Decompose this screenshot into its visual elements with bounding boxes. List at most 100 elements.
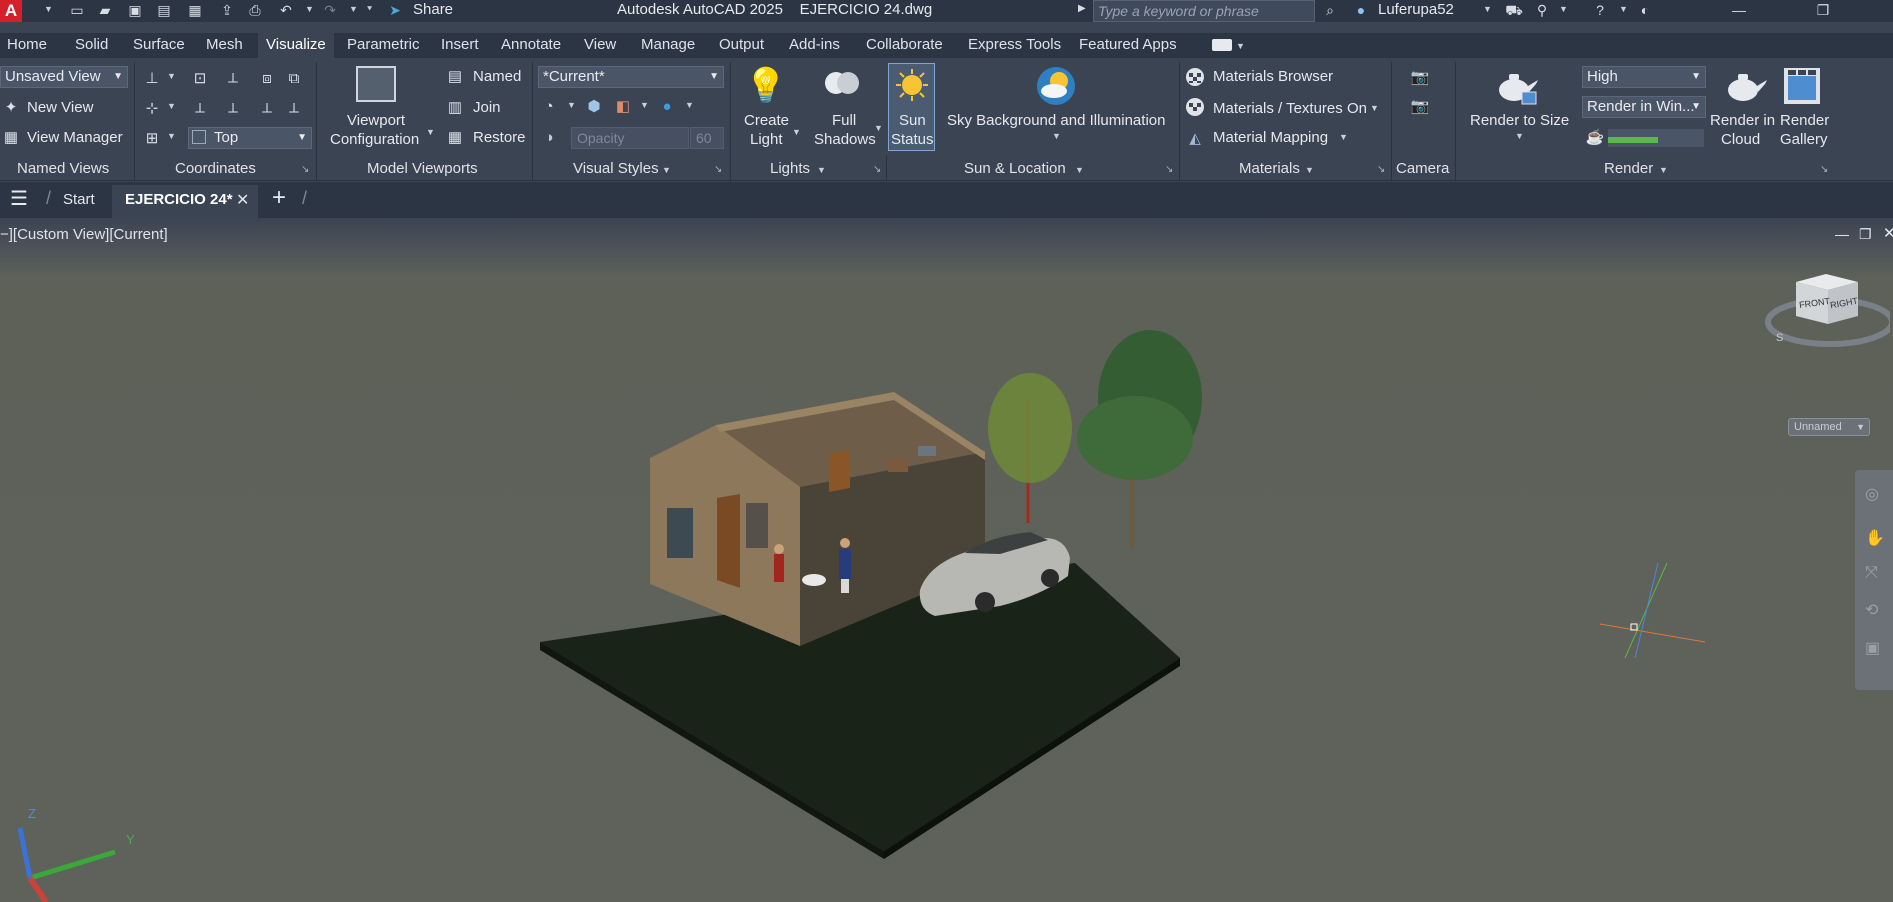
create-light-icon[interactable]: 💡 — [745, 66, 787, 106]
xray-icon[interactable]: ◑ — [539, 128, 559, 146]
undo-caret-icon[interactable]: ▼ — [305, 4, 314, 14]
new-tab-plus-icon[interactable]: + — [272, 184, 286, 212]
full-shadows-label-2[interactable]: Shadows — [814, 131, 876, 148]
tab-manage[interactable]: Manage — [641, 36, 695, 53]
render-caret-icon[interactable]: ▼ — [1659, 165, 1668, 175]
new-view-icon[interactable]: ✦ — [2, 98, 20, 116]
viewport-config-caret-icon[interactable]: ▼ — [426, 127, 435, 137]
shadow-display-icon[interactable]: ⬢ — [583, 96, 605, 116]
tab-home[interactable]: Home — [7, 36, 47, 53]
camera-icon[interactable]: 📷 — [1410, 97, 1430, 115]
ucs-zaxis-icon[interactable]: ⟂ — [283, 98, 305, 118]
coordinates-launcher-icon[interactable]: ↘ — [301, 164, 309, 175]
orbit-icon[interactable]: ⟲ — [1865, 600, 1878, 620]
viewcube[interactable]: FRONT RIGHT S — [1760, 272, 1893, 352]
full-shadows-icon[interactable] — [821, 68, 863, 98]
material-display-caret-icon[interactable]: ▼ — [685, 100, 694, 110]
open-from-web-icon[interactable]: ▦ — [186, 2, 204, 18]
help-caret-icon[interactable]: ▼ — [1619, 4, 1628, 14]
render-gallery-label-2[interactable]: Gallery — [1780, 131, 1828, 148]
steering-wheel-icon[interactable]: ◎ — [1865, 484, 1879, 504]
render-gallery-label-1[interactable]: Render — [1780, 112, 1829, 129]
ucs-settings-icon[interactable]: ⊞ — [141, 128, 163, 148]
ucs-view-icon[interactable]: ⧈ — [256, 68, 278, 88]
start-tab[interactable]: Start — [63, 191, 95, 208]
materials-textures-button[interactable]: Materials / Textures On — [1213, 100, 1367, 117]
save-icon[interactable]: ▣ — [126, 2, 144, 18]
full-shadows-label-1[interactable]: Full — [832, 112, 856, 129]
viewport-configuration-icon[interactable] — [356, 66, 396, 102]
tab-featured-apps[interactable]: Featured Apps — [1079, 36, 1177, 53]
material-mapping-button[interactable]: Material Mapping — [1213, 129, 1328, 146]
new-file-icon[interactable]: ▭ — [68, 2, 86, 18]
render-in-dropdown[interactable]: Render in Win... ▼ — [1582, 96, 1706, 118]
viewport-configuration-label-1[interactable]: Viewport — [347, 112, 405, 129]
opacity-value[interactable]: 60 — [690, 127, 724, 149]
edge-effects-caret-icon[interactable]: ▼ — [567, 100, 576, 110]
search-icon[interactable]: ⌕ — [1321, 2, 1339, 18]
view-manager-icon[interactable]: ▦ — [2, 128, 20, 146]
material-mapping-caret-icon[interactable]: ▼ — [1339, 132, 1348, 142]
materials-caret-icon[interactable]: ▼ — [1305, 165, 1314, 175]
named-view-dropdown[interactable]: Unsaved View ▼ — [0, 66, 128, 88]
ucs-3point-caret-icon[interactable]: ▼ — [167, 101, 176, 111]
ucs-x-icon[interactable]: ⟂ — [189, 98, 211, 118]
save-as-icon[interactable]: ▤ — [155, 2, 173, 18]
viewport-configuration-label-2[interactable]: Configuration — [330, 131, 419, 148]
opacity-input[interactable]: Opacity — [571, 127, 689, 149]
ucs-caret-icon[interactable]: ▼ — [167, 71, 176, 81]
ucs-world-icon[interactable]: ⊡ — [189, 68, 211, 88]
sky-background-caret-icon[interactable]: ▼ — [1052, 131, 1061, 141]
visual-styles-launcher-icon[interactable]: ↘ — [714, 164, 722, 175]
face-style-icon[interactable]: ◧ — [612, 96, 634, 116]
tab-view[interactable]: View — [584, 36, 616, 53]
customize-qat-icon[interactable]: ⯆ — [366, 4, 373, 15]
tab-add-ins[interactable]: Add-ins — [789, 36, 840, 53]
lights-caret-icon[interactable]: ▼ — [817, 165, 826, 175]
ucs-z-icon[interactable]: ⟂ — [256, 98, 278, 118]
tab-annotate[interactable]: Annotate — [501, 36, 561, 53]
undo-icon[interactable]: ↶ — [277, 2, 295, 18]
join-viewports-button[interactable]: Join — [473, 99, 501, 116]
help-icon[interactable]: ? — [1591, 2, 1609, 18]
ucs-icon[interactable]: ⊥ — [141, 68, 163, 88]
connect-icon[interactable]: ⚲ — [1533, 2, 1551, 18]
ucs-named-dropdown[interactable]: Top ▼ — [188, 127, 312, 149]
sky-background-icon[interactable] — [1035, 66, 1077, 106]
redo-caret-icon[interactable]: ▼ — [349, 4, 358, 14]
render-gallery-icon[interactable] — [1782, 66, 1822, 106]
ucs-3point-icon[interactable]: ⊹ — [141, 98, 163, 118]
textures-icon[interactable] — [1185, 97, 1205, 117]
named-viewports-button[interactable]: Named — [473, 68, 521, 85]
render-to-size-button[interactable]: Render to Size — [1470, 112, 1569, 129]
material-display-icon[interactable]: ● — [656, 96, 678, 116]
render-exposure-slider[interactable] — [1608, 129, 1704, 147]
render-in-cloud-label-2[interactable]: Cloud — [1721, 131, 1760, 148]
materials-browser-button[interactable]: Materials Browser — [1213, 68, 1333, 85]
ucs-origin-icon[interactable]: ⟂ — [222, 68, 244, 88]
ucs-y-icon[interactable]: ⟂ — [222, 98, 244, 118]
search-input[interactable]: Type a keyword or phrase — [1093, 0, 1315, 22]
drawing-viewport[interactable]: −][Custom View][Current] — ❐ ✕ Z Y FRONT… — [0, 218, 1893, 902]
connect-caret-icon[interactable]: ▼ — [1559, 4, 1568, 14]
lights-launcher-icon[interactable]: ↘ — [873, 164, 881, 175]
user-name[interactable]: Luferupa52 — [1378, 1, 1454, 18]
export-icon[interactable]: ⇪ — [218, 2, 236, 18]
tab-collaborate[interactable]: Collaborate — [866, 36, 943, 53]
visual-style-dropdown[interactable]: *Current* ▼ — [538, 66, 724, 88]
ucs-menu-dropdown[interactable]: Unnamed ▼ — [1788, 418, 1870, 436]
render-in-cloud-icon[interactable] — [1721, 66, 1767, 106]
create-light-caret-icon[interactable]: ▼ — [792, 127, 801, 137]
materials-launcher-icon[interactable]: ↘ — [1377, 164, 1385, 175]
sky-background-button[interactable]: Sky Background and Illumination — [947, 112, 1165, 129]
minimize-icon[interactable]: — — [1730, 2, 1748, 18]
create-camera-icon[interactable]: 📷 — [1410, 68, 1430, 86]
join-viewports-icon[interactable]: ▥ — [445, 98, 465, 116]
sun-location-launcher-icon[interactable]: ↘ — [1165, 164, 1173, 175]
autodesk-cloud-icon[interactable]: ◐ — [1636, 2, 1654, 18]
pan-icon[interactable]: ✋ — [1865, 528, 1885, 548]
tab-express-tools[interactable]: Express Tools — [968, 36, 1061, 53]
open-folder-icon[interactable]: ▰ — [96, 2, 114, 18]
tab-parametric[interactable]: Parametric — [347, 36, 420, 53]
redo-icon[interactable]: ↷ — [321, 2, 339, 18]
